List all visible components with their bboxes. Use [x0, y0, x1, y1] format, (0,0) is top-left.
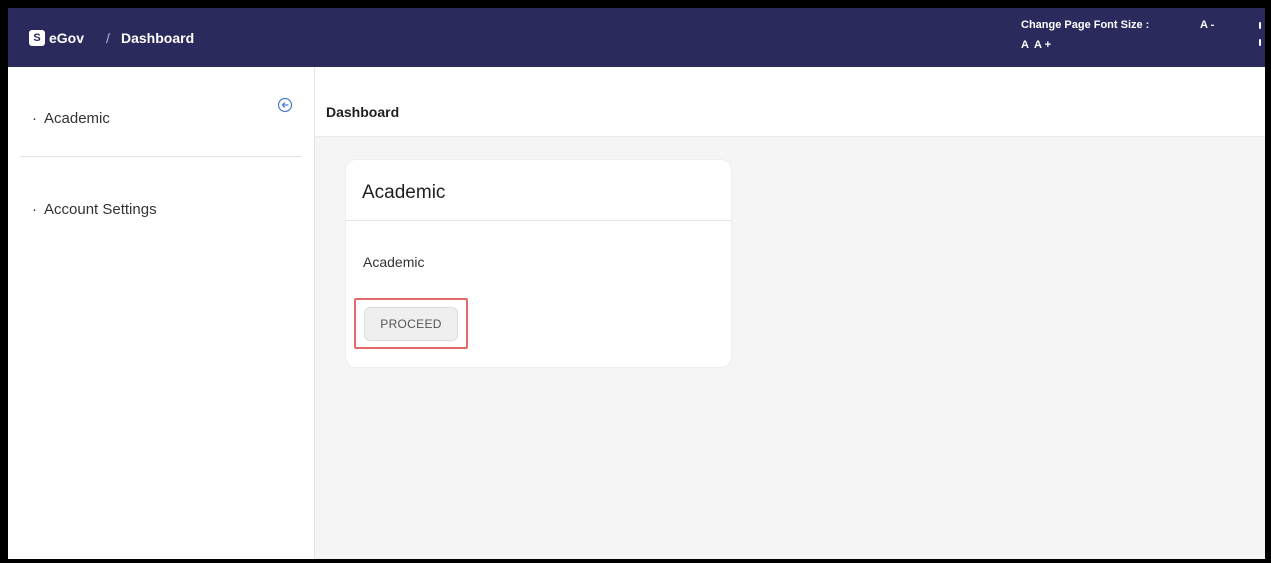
collapse-sidebar-icon[interactable] [277, 97, 293, 113]
sidebar-item-label: Account Settings [44, 201, 157, 218]
bullet-icon: · [32, 201, 37, 218]
proceed-button[interactable]: PROCEED [364, 307, 458, 341]
brand-link[interactable]: eGov [49, 30, 84, 47]
font-increase-button[interactable]: A + [1034, 38, 1051, 52]
card-description: Academic [363, 254, 425, 270]
app-frame: S eGov / Dashboard Change Page Font Size… [0, 0, 1271, 563]
sidebar-item-label: Academic [44, 110, 110, 127]
font-decrease-button[interactable]: A - [1200, 18, 1214, 32]
font-size-label: Change Page Font Size : [1021, 19, 1150, 31]
sidebar-divider [20, 156, 301, 157]
card-title: Academic [362, 182, 446, 203]
bullet-icon: · [32, 110, 37, 127]
card-header: Academic [346, 160, 731, 221]
page-title: Dashboard [326, 104, 400, 120]
main-header: Dashboard [315, 67, 1265, 137]
top-navbar: S eGov / Dashboard Change Page Font Size… [8, 8, 1265, 67]
breadcrumb-current: Dashboard [121, 30, 195, 46]
logo-icon[interactable]: S [29, 30, 45, 46]
academic-card: Academic Academic PROCEED [346, 160, 731, 367]
sidebar-item-account-settings[interactable]: · Account Settings [32, 201, 157, 219]
sidebar-item-academic[interactable]: · Academic [32, 110, 110, 128]
breadcrumb-separator: / [106, 30, 110, 46]
clipped-menu-icon[interactable] [1259, 22, 1263, 56]
main-content: Dashboard Academic Academic PROCEED [315, 67, 1265, 559]
font-normal-button[interactable]: A [1021, 38, 1029, 52]
sidebar: · Academic · Account Settings [8, 67, 315, 559]
